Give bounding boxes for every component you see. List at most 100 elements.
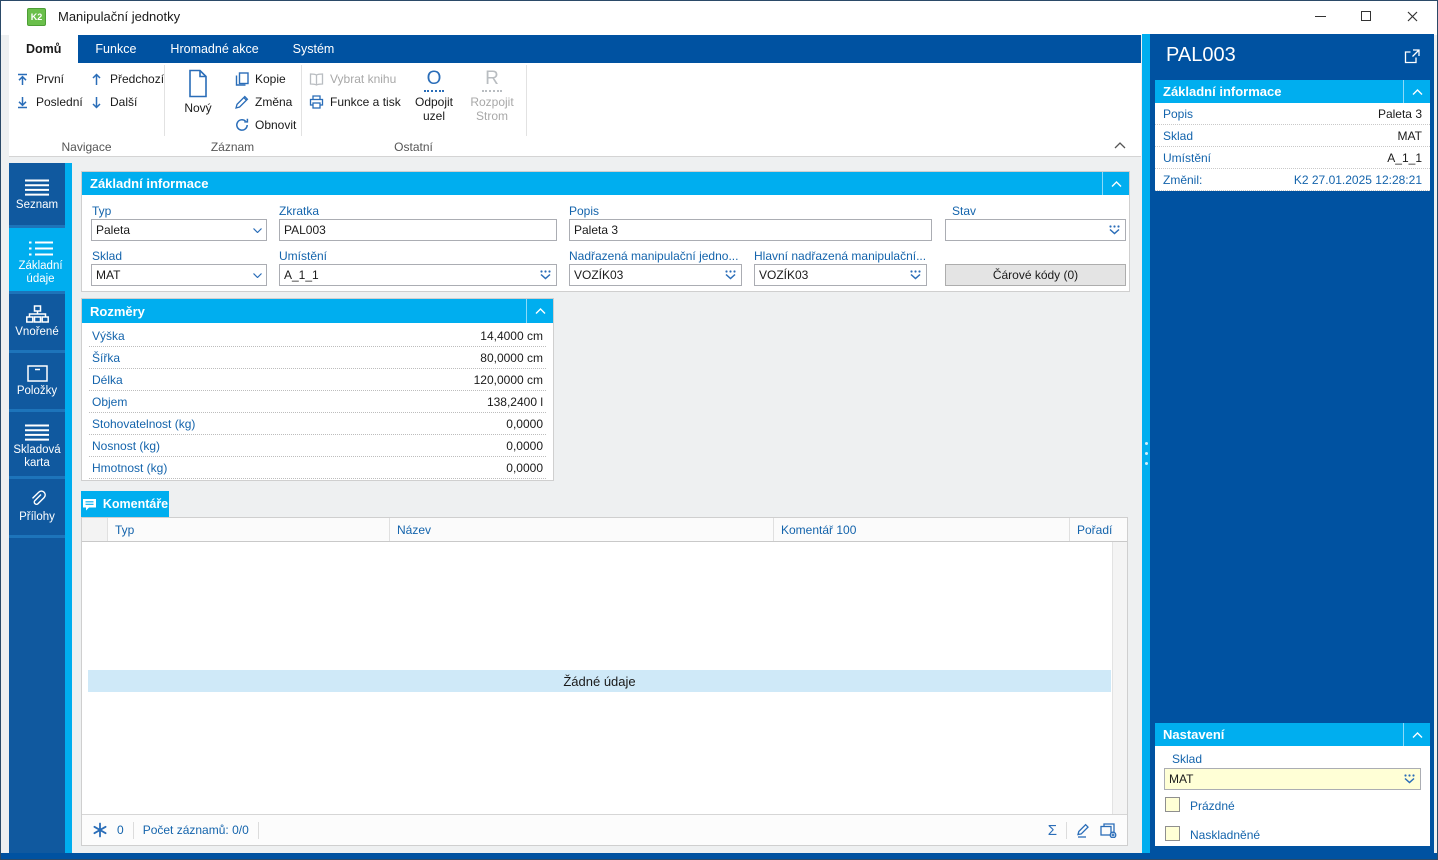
sidebar-item-label: Vnořené: [15, 326, 59, 338]
umisteni-lookup[interactable]: A_1_1: [279, 264, 557, 286]
dimension-row: Délka 120,0000 cm: [89, 369, 546, 391]
dimension-row: Výška 14,4000 cm: [89, 325, 546, 347]
stav-lookup[interactable]: [945, 219, 1126, 241]
sidebar-item-polozky[interactable]: Položky: [9, 353, 65, 409]
settings-sklad-lookup[interactable]: MAT: [1164, 768, 1421, 790]
minimize-button[interactable]: [1297, 1, 1343, 31]
window-bottom-edge: [1, 853, 1437, 859]
column-typ[interactable]: Typ: [108, 518, 390, 541]
sidebar-item-skladova-karta[interactable]: Skladová karta: [9, 412, 65, 476]
new-button[interactable]: Nový: [171, 65, 225, 136]
chevron-down-icon[interactable]: [253, 272, 262, 278]
select-book-label: Vybrat knihu: [330, 72, 397, 86]
printer-icon: [309, 95, 324, 109]
copy-button[interactable]: Kopie: [234, 69, 286, 89]
select-book-button[interactable]: Vybrat knihu: [309, 69, 396, 89]
typ-select[interactable]: Paleta: [91, 219, 267, 241]
sidebar-item-zakladni-udaje[interactable]: Základní údaje: [9, 228, 72, 291]
lookup-icon[interactable]: [539, 270, 552, 280]
title-bar: K2 Manipulační jednotky: [1, 1, 1437, 35]
window-title: Manipulační jednotky: [58, 9, 181, 24]
hlavni-lookup[interactable]: VOZÍK03: [754, 264, 927, 286]
komentare-label: Komentáře: [102, 497, 169, 511]
function-print-button[interactable]: Funkce a tisk: [309, 92, 401, 112]
record-title: PAL003: [1166, 44, 1236, 66]
collapse-button[interactable]: [1403, 80, 1430, 103]
group-zaznam-label: Záznam: [210, 140, 255, 154]
selector-column-header[interactable]: [82, 518, 108, 541]
collapse-button[interactable]: [1102, 172, 1129, 195]
zkratka-input[interactable]: PAL003: [279, 219, 557, 241]
tab-hromadne-akce[interactable]: Hromadné akce: [153, 35, 275, 63]
asterisk-icon[interactable]: [92, 822, 108, 838]
edit-button[interactable]: [1076, 823, 1091, 838]
split-tree-button[interactable]: R Rozpojit Strom: [465, 65, 519, 136]
dimension-row: Nosnost (kg) 0,0000: [89, 435, 546, 457]
close-button[interactable]: [1389, 1, 1435, 31]
sidebar-item-prilohy[interactable]: Přílohy: [9, 479, 65, 535]
lookup-icon[interactable]: [724, 270, 737, 280]
lookup-icon[interactable]: [1403, 774, 1416, 784]
menu-icon: [24, 175, 50, 199]
sidebar-divider: [9, 535, 65, 538]
chevron-down-icon[interactable]: [253, 227, 262, 233]
hlavni-label: Hlavní nadřazená manipulační...: [754, 249, 927, 263]
change-button[interactable]: Změna: [234, 92, 292, 112]
first-label: První: [36, 72, 65, 86]
maximize-button[interactable]: [1343, 1, 1389, 31]
open-in-window-icon[interactable]: [1404, 49, 1420, 64]
checkbox-naskladnene[interactable]: [1165, 826, 1180, 841]
lookup-icon[interactable]: [1108, 225, 1121, 235]
list-icon: [28, 236, 54, 260]
preview-panel: PAL003 Základní informace Popis Paleta 3 …: [1150, 34, 1434, 853]
copy-icon: [234, 72, 249, 86]
panel-splitter[interactable]: [1142, 34, 1150, 853]
tab-komentare[interactable]: Komentáře: [81, 491, 169, 517]
sum-button[interactable]: Σ: [1048, 822, 1057, 839]
menu-icon: [24, 420, 50, 444]
sklad-select[interactable]: MAT: [91, 264, 267, 286]
chevron-up-icon: [1412, 88, 1422, 95]
sidebar-item-seznam[interactable]: Seznam: [9, 167, 65, 225]
next-button[interactable]: Další: [89, 92, 137, 112]
previous-button[interactable]: Předchozí: [89, 69, 164, 89]
chevron-up-icon: [1412, 731, 1422, 738]
split-label-1: Rozpojit: [470, 95, 514, 109]
stav-label: Stav: [952, 204, 977, 218]
checkbox-prazdne[interactable]: [1165, 797, 1180, 812]
tab-system[interactable]: Systém: [276, 35, 352, 63]
column-komentar[interactable]: Komentář 100: [774, 518, 1070, 541]
add-record-button[interactable]: [1100, 822, 1117, 838]
popis-input[interactable]: Paleta 3: [569, 219, 932, 241]
popis-label: Popis: [569, 204, 600, 218]
function-print-label: Funkce a tisk: [330, 95, 401, 109]
column-poradi[interactable]: Pořadí: [1070, 518, 1114, 541]
sidebar-item-vnorene[interactable]: Vnořené: [9, 294, 65, 350]
vertical-scrollbar[interactable]: [1112, 542, 1127, 816]
next-label: Další: [110, 95, 138, 109]
basic-info-title: Základní informace: [90, 176, 209, 191]
group-separator: [164, 65, 165, 136]
lookup-icon[interactable]: [909, 270, 922, 280]
last-button[interactable]: Poslední: [15, 92, 83, 112]
disconnect-node-button[interactable]: O Odpojit uzel: [407, 65, 461, 136]
tab-domu[interactable]: Domů: [9, 35, 79, 63]
group-separator: [301, 65, 302, 136]
collapse-button[interactable]: [1403, 723, 1430, 746]
column-nazev[interactable]: Název: [390, 518, 774, 541]
ribbon-collapse-button[interactable]: [1114, 142, 1126, 149]
tab-funkce[interactable]: Funkce: [78, 35, 153, 63]
arrow-up-to-bar-icon: [15, 73, 30, 86]
info-row: Popis Paleta 3: [1155, 103, 1430, 125]
dimension-row: Šířka 80,0000 cm: [89, 347, 546, 369]
comments-status-bar: 0 Počet záznamů: 0/0 Σ: [82, 814, 1127, 845]
barcodes-button[interactable]: Čárové kódy (0): [945, 264, 1126, 286]
empty-data-row: Žádné údaje: [88, 670, 1111, 692]
comments-table-header: Typ Název Komentář 100 Pořadí: [82, 518, 1127, 542]
disconnect-label-2: uzel: [422, 109, 445, 123]
split-tree-icon: R: [482, 68, 502, 92]
collapse-button[interactable]: [526, 299, 553, 323]
nadrazena-lookup[interactable]: VOZÍK03: [569, 264, 742, 286]
first-button[interactable]: První: [15, 69, 64, 89]
refresh-button[interactable]: Obnovit: [234, 115, 296, 135]
